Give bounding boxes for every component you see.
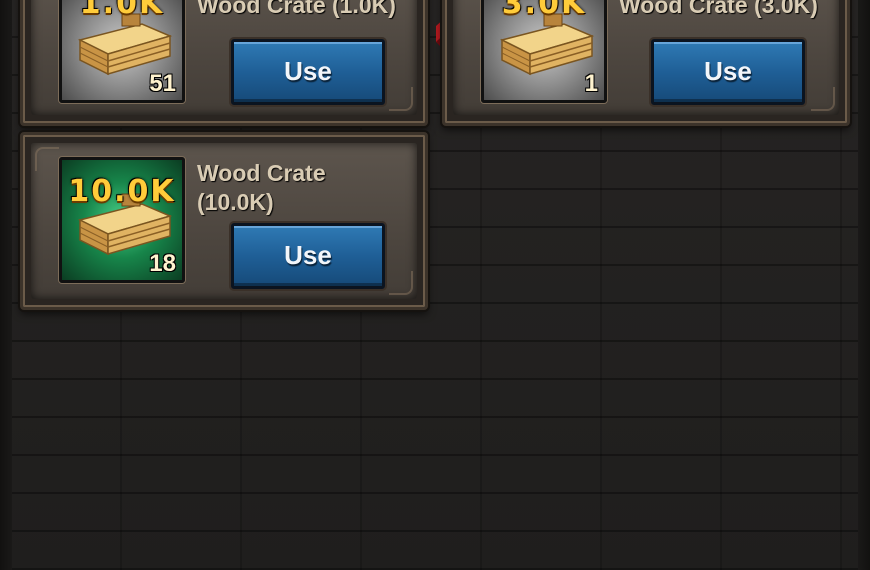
item-card-wood-crate-3k: 3.0K 1 Wood Crate (3.0K) Use [442,0,850,126]
item-title-line-1: Wood Crate [197,160,326,186]
item-slot[interactable]: 1.0K 51 [59,0,185,103]
frame-right-edge [858,0,870,570]
item-count: 51 [149,70,176,97]
inventory-screen: 1.0K 51 Wood Crate (1.0K) Use 3.0K 1 Woo… [0,0,870,570]
item-value-label: 10.0K [68,174,176,209]
item-slot[interactable]: 10.0K 18 [59,157,185,283]
use-button[interactable]: Use [651,39,805,105]
frame-left-edge [0,0,12,570]
item-count: 1 [584,70,598,97]
use-button[interactable]: Use [231,39,385,105]
item-count: 18 [149,250,176,277]
item-title: Wood Crate (3.0K) [619,0,818,18]
item-card-wood-crate-10k: 10.0K 18 Wood Crate (10.0K) Use [20,132,428,310]
item-card-wood-crate-1k: 1.0K 51 Wood Crate (1.0K) Use [20,0,428,126]
item-value-label: 3.0K [501,0,587,21]
item-title: Wood Crate (1.0K) [197,0,396,18]
item-value-label: 1.0K [79,0,165,21]
use-button[interactable]: Use [231,223,385,289]
item-slot[interactable]: 3.0K 1 [481,0,607,103]
item-title-line-2: (10.0K) [197,189,274,215]
